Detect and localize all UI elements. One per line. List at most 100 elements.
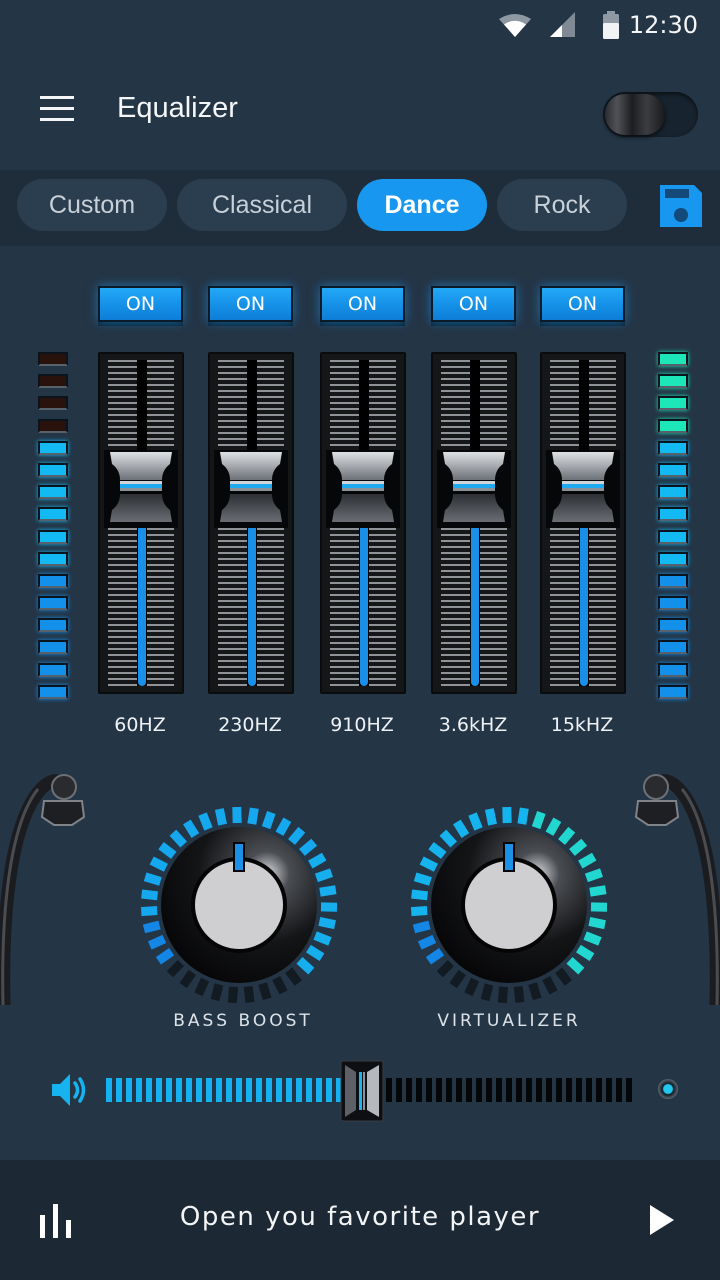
slider-fill [248,512,256,686]
vu-segment [658,529,688,544]
play-icon[interactable] [648,1204,676,1236]
knob-level-segment [417,934,437,950]
vu-segment [38,684,68,699]
virtualizer-knob[interactable] [409,805,609,1005]
knob-level-segment [555,967,572,986]
band-on-toggle[interactable]: ON [431,286,516,322]
knob-level-segment [576,944,595,961]
volume-tick [536,1078,542,1102]
knob-level-segment [285,967,302,986]
floppy-disk-save-icon[interactable] [658,183,704,229]
band-on-toggle[interactable]: ON [98,286,183,322]
knob-level-segment [545,817,562,836]
bottom-player-bar: Open you favorite player [0,1160,720,1280]
volume-tick [196,1078,202,1102]
volume-tick [466,1078,472,1102]
volume-tick [576,1078,582,1102]
vu-segment [658,507,688,522]
band-slider-thumb[interactable] [326,450,400,528]
volume-tick [296,1078,302,1102]
preset-tab-custom[interactable]: Custom [17,179,167,231]
vu-segment [38,418,68,433]
vu-segment [38,662,68,677]
vu-meter-right [658,352,688,707]
volume-tick [386,1078,392,1102]
vu-segment [658,684,688,699]
volume-tick [586,1078,592,1102]
volume-tick [626,1078,632,1102]
knob-level-segment [484,808,497,826]
volume-tick [446,1078,452,1102]
speaker-volume-icon[interactable] [50,1070,90,1110]
power-toggle[interactable] [603,92,698,137]
volume-tick [486,1078,492,1102]
band-slider[interactable] [540,352,626,694]
knob-level-segment [449,969,467,989]
volume-tick [406,1078,412,1102]
knob-level-segment [296,957,315,975]
vu-segment [38,640,68,655]
volume-tick [416,1078,422,1102]
vu-segment [38,507,68,522]
volume-tick [456,1078,462,1102]
knob-level-segment [313,931,332,946]
band-slider[interactable] [431,352,517,694]
volume-tick [316,1078,322,1102]
virtualizer-dial[interactable] [409,805,609,1005]
volume-tick [566,1078,572,1102]
band-slider-thumb[interactable] [104,450,178,528]
volume-tick [326,1078,332,1102]
knob-level-segment [166,959,185,978]
vu-segment [658,418,688,433]
band-on-toggle[interactable]: ON [208,286,293,322]
vu-segment [658,662,688,677]
band-slider[interactable] [208,352,294,694]
preset-tab-classical[interactable]: Classical [177,179,347,231]
knob-level-segment [583,931,602,946]
knob-level-segment [428,842,447,859]
knob-level-segment [569,838,588,856]
volume-tick [206,1078,212,1102]
volume-slider-thumb[interactable] [340,1060,384,1122]
band-frequency-label: 230HZ [218,714,282,736]
battery-icon [603,11,619,39]
band-slider-thumb[interactable] [546,450,620,528]
band-slider[interactable] [320,352,406,694]
knob-level-segment [589,885,607,897]
vu-segment [38,573,68,588]
band-on-toggle[interactable]: ON [540,286,625,322]
band-slider-thumb[interactable] [214,450,288,528]
open-player-link[interactable]: Open you favorite player [0,1202,720,1232]
power-toggle-thumb [605,94,665,135]
bass-boost-dial[interactable] [139,805,339,1005]
volume-tick [216,1078,222,1102]
volume-tick [516,1078,522,1102]
knob-level-segment [247,807,259,825]
vu-segment [658,374,688,389]
volume-tick [276,1078,282,1102]
volume-tick [306,1078,312,1102]
band-on-toggle[interactable]: ON [320,286,405,322]
bass-boost-label: BASS BOOST [173,1011,313,1031]
vu-segment [658,618,688,633]
virtualizer-label: VIRTUALIZER [437,1011,581,1031]
vu-segment [658,396,688,411]
knob-level-segment [480,983,494,1002]
preset-tab-dance[interactable]: Dance [357,179,487,231]
knob-level-segment [183,819,200,838]
band-frequency-label: 910HZ [330,714,394,736]
knob-level-segment [588,917,606,930]
slider-fill [360,512,368,686]
hamburger-menu-icon[interactable] [38,94,76,124]
preset-tab-rock[interactable]: Rock [497,179,627,231]
vu-segment [38,618,68,633]
volume-tick [556,1078,562,1102]
volume-tick [136,1078,142,1102]
bass-boost-knob[interactable] [139,805,339,1005]
knob-level-segment [198,812,213,831]
knob-level-segment [411,889,429,901]
band-slider[interactable] [98,352,184,694]
knob-level-segment [464,977,480,997]
band-slider-thumb[interactable] [437,450,511,528]
volume-tick [226,1078,232,1102]
